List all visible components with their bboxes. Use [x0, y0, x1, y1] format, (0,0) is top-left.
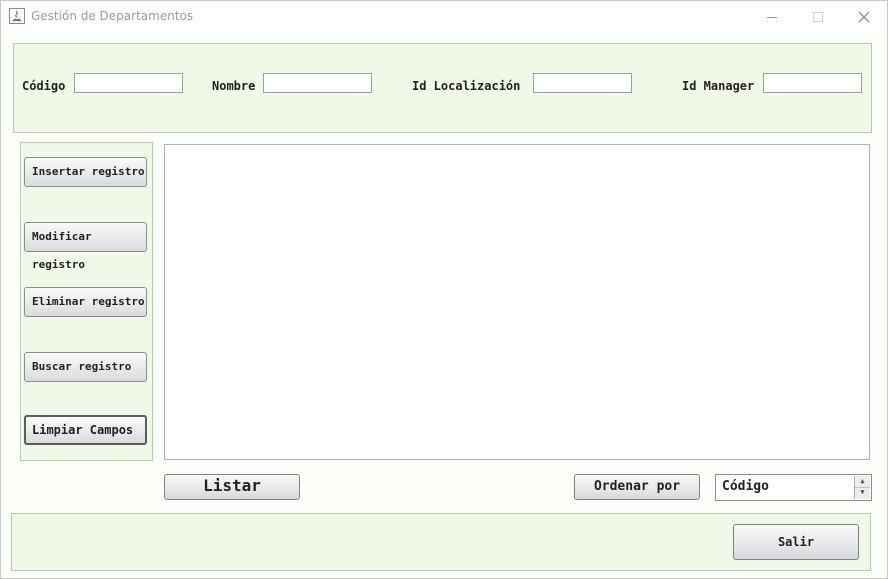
spinner-buttons: ▲ ▼ — [854, 476, 870, 499]
ordenar-por-button[interactable]: Ordenar por — [574, 474, 700, 500]
buscar-registro-button[interactable]: Buscar registro — [24, 352, 147, 382]
nombre-field[interactable] — [263, 73, 372, 93]
id-manager-label: Id Manager — [682, 79, 755, 93]
maximize-button[interactable] — [795, 1, 841, 33]
modificar-registro-button[interactable]: Modificar registro — [24, 222, 147, 271]
listar-button[interactable]: Listar — [164, 474, 300, 500]
id-localizacion-label: Id Localización — [412, 79, 521, 93]
fields-panel: Código Nombre Id Localización Id Manager — [13, 43, 872, 133]
eliminar-registro-button[interactable]: Eliminar registro — [24, 287, 147, 317]
id-localizacion-field[interactable] — [533, 73, 632, 93]
close-button[interactable] — [841, 1, 887, 33]
main-window: Gestión de Departamentos Código Nombre I… — [0, 0, 888, 579]
close-icon — [858, 8, 870, 27]
window-title: Gestión de Departamentos — [31, 9, 194, 23]
codigo-field[interactable] — [74, 73, 183, 93]
actions-panel: Insertar registro Modificar registro Eli… — [20, 142, 153, 461]
minimize-button[interactable] — [749, 1, 795, 33]
limpiar-campos-button[interactable]: Limpiar Campos — [24, 415, 147, 445]
codigo-label: Código — [22, 79, 66, 93]
maximize-icon — [812, 8, 824, 27]
sort-field-value: Código — [722, 479, 769, 494]
id-manager-field[interactable] — [763, 73, 862, 93]
insertar-registro-button[interactable]: Insertar registro — [24, 157, 147, 187]
java-app-icon — [9, 8, 25, 24]
bottom-panel: Salir — [11, 513, 871, 571]
title-bar[interactable]: Gestión de Departamentos — [1, 1, 887, 33]
minimize-icon — [766, 8, 778, 27]
salir-button[interactable]: Salir — [733, 524, 859, 560]
nombre-label: Nombre — [212, 79, 256, 93]
records-list[interactable] — [164, 144, 870, 460]
sort-field-spinner[interactable]: Código ▲ ▼ — [715, 474, 872, 501]
spinner-down-icon[interactable]: ▼ — [855, 487, 870, 498]
